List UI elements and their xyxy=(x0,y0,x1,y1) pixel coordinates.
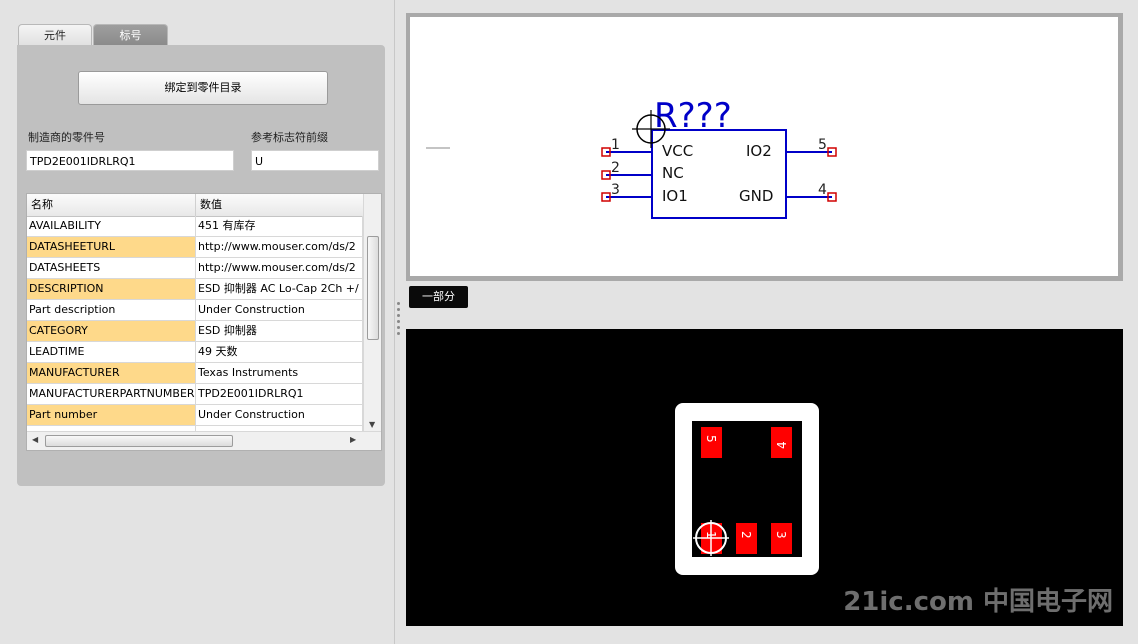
column-header-name[interactable]: 名称 xyxy=(27,194,196,216)
pcb-footprint-preview[interactable]: 5 4 1 2 3 21ic.com 中国电子网 xyxy=(406,329,1123,626)
schematic-preview[interactable]: R??? 1 VCC 2 NC 3 IO1 5 IO2 4 GND xyxy=(410,17,1118,276)
watermark-logo: 21ic.com 中国电子网 xyxy=(843,587,1113,617)
pin-3-name: IO1 xyxy=(662,187,688,205)
property-value-cell[interactable]: Under Construction xyxy=(196,405,363,426)
pad-5: 5 xyxy=(701,427,722,458)
grid-header: 名称 数值 xyxy=(27,194,363,217)
pin-3-number: 3 xyxy=(611,182,620,198)
property-name-cell[interactable]: DESCRIPTION xyxy=(27,279,196,300)
property-name-cell[interactable]: AVAILABILITY xyxy=(27,216,196,237)
scroll-down-icon[interactable]: ▼ xyxy=(369,420,375,429)
ref-prefix-label: 参考标志符前缀 xyxy=(251,131,328,144)
tab-designator[interactable]: 标号 xyxy=(93,24,168,46)
pin-4: 4 GND xyxy=(739,182,837,205)
pad-4: 4 xyxy=(771,427,792,458)
property-value-cell[interactable]: Texas Instruments xyxy=(196,363,363,384)
schematic-preview-frame: R??? 1 VCC 2 NC 3 IO1 5 IO2 4 GND xyxy=(406,13,1123,281)
pin-5: 5 IO2 xyxy=(746,137,837,160)
property-name-cell[interactable]: LEADTIME xyxy=(27,342,196,363)
mfr-part-number-label: 制造商的零件号 xyxy=(28,131,105,144)
pad-3: 3 xyxy=(771,523,792,554)
mfr-part-number-input[interactable]: TPD2E001IDRLRQ1 xyxy=(26,150,234,171)
pin-1-name: VCC xyxy=(662,142,693,160)
pin-5-number: 5 xyxy=(818,137,827,153)
property-value-cell[interactable]: Under Construction xyxy=(196,300,363,321)
tab-component[interactable]: 元件 xyxy=(18,24,92,46)
pin-2: 2 NC xyxy=(601,160,684,182)
property-name-cell[interactable]: DATASHEETURL xyxy=(27,237,196,258)
pad-2: 2 xyxy=(736,523,757,554)
pin-5-name: IO2 xyxy=(746,142,772,160)
svg-text:2: 2 xyxy=(739,531,753,539)
property-name-cell[interactable]: Part description xyxy=(27,300,196,321)
vertical-scroll-thumb[interactable] xyxy=(367,236,379,340)
table-row[interactable]: CATEGORY ESD 抑制器 xyxy=(27,321,363,342)
schematic-symbol: R??? 1 VCC 2 NC 3 IO1 5 IO2 4 GND xyxy=(426,96,837,219)
table-row[interactable]: DESCRIPTION ESD 抑制器 AC Lo-Cap 2Ch +/ xyxy=(27,279,363,300)
scroll-right-icon[interactable]: ▶ xyxy=(350,435,356,444)
horizontal-scroll-thumb[interactable] xyxy=(45,435,233,447)
table-row[interactable]: Part description Under Construction xyxy=(27,300,363,321)
property-value-cell[interactable]: ESD 抑制器 xyxy=(196,321,363,342)
horizontal-scrollbar[interactable]: ◀ ▶ xyxy=(27,431,381,450)
ref-prefix-input[interactable]: U xyxy=(251,150,379,171)
properties-panel: 元件 标号 绑定到零件目录 制造商的零件号 TPD2E001IDRLRQ1 参考… xyxy=(0,0,395,644)
property-value-cell[interactable]: 451 有库存 xyxy=(196,216,363,237)
vertical-scrollbar[interactable]: ▼ xyxy=(363,194,381,431)
pin-1-number: 1 xyxy=(611,137,620,153)
property-value-cell[interactable]: http://www.mouser.com/ds/2 xyxy=(196,258,363,279)
property-name-cell[interactable]: MANUFACTURER xyxy=(27,363,196,384)
pin-1: 1 VCC xyxy=(601,137,693,160)
grid-rows: AVAILABILITY 451 有库存 DATASHEETURL http://ww… xyxy=(27,216,363,431)
table-row[interactable]: DATASHEETURL http://www.mouser.com/ds/2 xyxy=(27,237,363,258)
property-name-cell[interactable]: CATEGORY xyxy=(27,321,196,342)
pin-4-number: 4 xyxy=(818,182,827,198)
table-row[interactable]: AVAILABILITY 451 有库存 xyxy=(27,216,363,237)
tab-content: 绑定到零件目录 制造商的零件号 TPD2E001IDRLRQ1 参考标志符前缀 … xyxy=(17,45,385,486)
property-name-cell[interactable]: DATASHEETS xyxy=(27,258,196,279)
scroll-left-icon[interactable]: ◀ xyxy=(32,435,38,444)
property-name-cell[interactable]: MANUFACTURERPARTNUMBER xyxy=(27,384,196,405)
table-row[interactable]: MANUFACTURER Texas Instruments xyxy=(27,363,363,384)
properties-grid: 名称 数值 AVAILABILITY 451 有库存 DATASHEETURL htt… xyxy=(26,193,382,451)
property-value-cell[interactable]: ESD 抑制器 AC Lo-Cap 2Ch +/ xyxy=(196,279,363,300)
column-header-value[interactable]: 数值 xyxy=(196,194,363,216)
svg-text:5: 5 xyxy=(704,435,718,443)
part-selector-button[interactable]: 一部分 xyxy=(409,286,468,308)
splitter-grip[interactable] xyxy=(397,300,401,340)
svg-text:4: 4 xyxy=(775,441,789,449)
pin-3: 3 IO1 xyxy=(601,182,688,205)
svg-text:3: 3 xyxy=(774,531,788,539)
table-row[interactable]: MANUFACTURERPARTNUMBER TPD2E001IDRLRQ1 xyxy=(27,384,363,405)
bind-to-catalog-button[interactable]: 绑定到零件目录 xyxy=(78,71,328,105)
property-value-cell[interactable]: TPD2E001IDRLRQ1 xyxy=(196,384,363,405)
property-value-cell[interactable]: 49 天数 xyxy=(196,342,363,363)
pin-2-name: NC xyxy=(662,164,684,182)
table-row[interactable]: LEADTIME 49 天数 xyxy=(27,342,363,363)
property-value-cell[interactable]: http://www.mouser.com/ds/2 xyxy=(196,237,363,258)
pin-2-number: 2 xyxy=(611,160,620,176)
pin-4-name: GND xyxy=(739,187,773,205)
property-name-cell[interactable]: Part number xyxy=(27,405,196,426)
table-row[interactable]: Part number Under Construction xyxy=(27,405,363,426)
table-row[interactable]: DATASHEETS http://www.mouser.com/ds/2 xyxy=(27,258,363,279)
